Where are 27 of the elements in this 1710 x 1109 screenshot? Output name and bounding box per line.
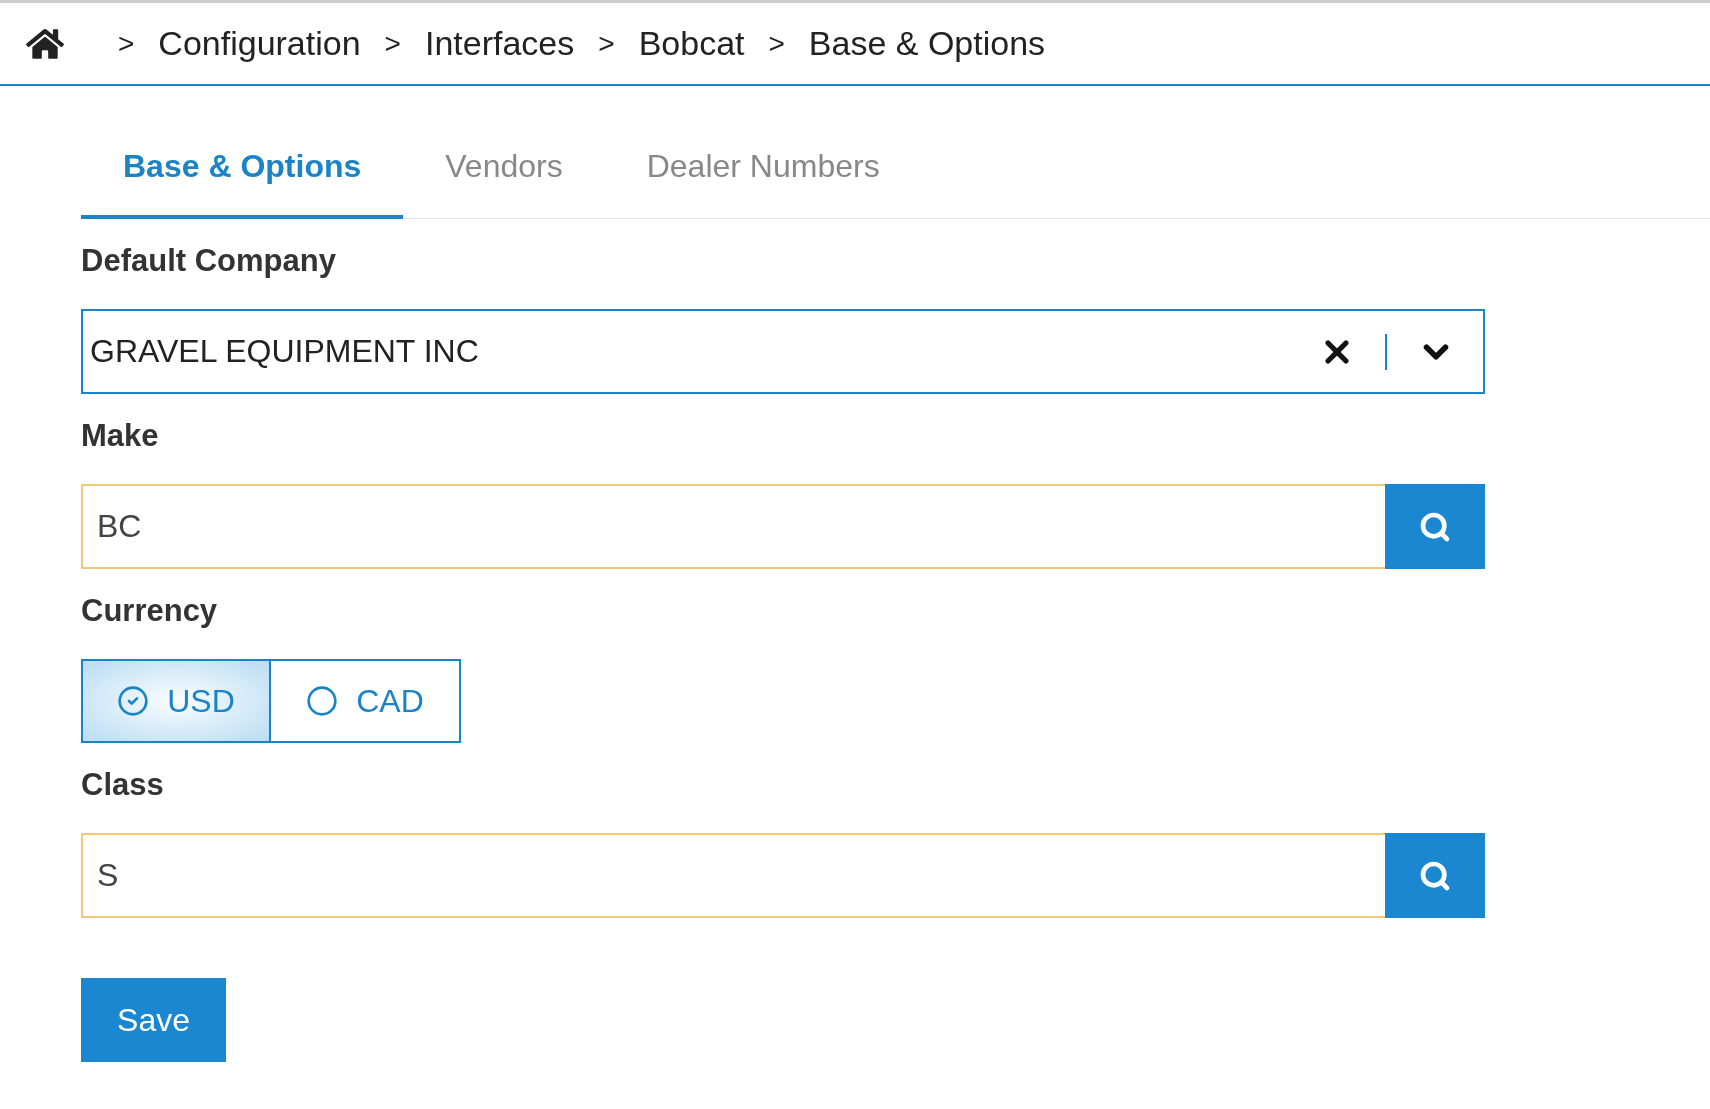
search-icon bbox=[1419, 510, 1451, 543]
input-field[interactable]: S bbox=[81, 833, 1385, 918]
currency-option[interactable]: USD bbox=[83, 661, 271, 741]
save-button[interactable]: Save bbox=[81, 978, 226, 1062]
search-button[interactable] bbox=[1385, 833, 1485, 918]
field-label: Make bbox=[81, 418, 160, 454]
check-circle-icon bbox=[117, 685, 150, 717]
breadcrumb-link[interactable]: Configuration bbox=[158, 24, 361, 63]
input-field[interactable]: BC bbox=[81, 484, 1385, 569]
company-select[interactable]: GRAVEL EQUIPMENT INC bbox=[81, 309, 1485, 394]
breadcrumb-separator: > bbox=[118, 27, 135, 60]
tab[interactable]: Base & Options bbox=[81, 122, 404, 219]
search-button[interactable] bbox=[1385, 484, 1485, 569]
breadcrumb-separator: > bbox=[768, 27, 785, 60]
breadcrumb-link[interactable]: Base & Options bbox=[808, 24, 1046, 63]
search-icon bbox=[1419, 859, 1451, 892]
tab[interactable]: Dealer Numbers bbox=[604, 122, 922, 219]
field-label: Default Company bbox=[81, 243, 337, 279]
breadcrumb-link[interactable]: Interfaces bbox=[424, 24, 575, 63]
field-label: Class bbox=[81, 767, 165, 803]
select-value: GRAVEL EQUIPMENT INC bbox=[90, 333, 480, 370]
breadcrumb-link[interactable]: Bobcat bbox=[638, 24, 745, 63]
breadcrumb-separator: > bbox=[384, 27, 401, 60]
breadcrumb-separator: > bbox=[598, 27, 615, 60]
tab[interactable]: Vendors bbox=[403, 122, 605, 219]
circle-icon bbox=[306, 685, 339, 717]
field-label: Currency bbox=[81, 593, 219, 629]
